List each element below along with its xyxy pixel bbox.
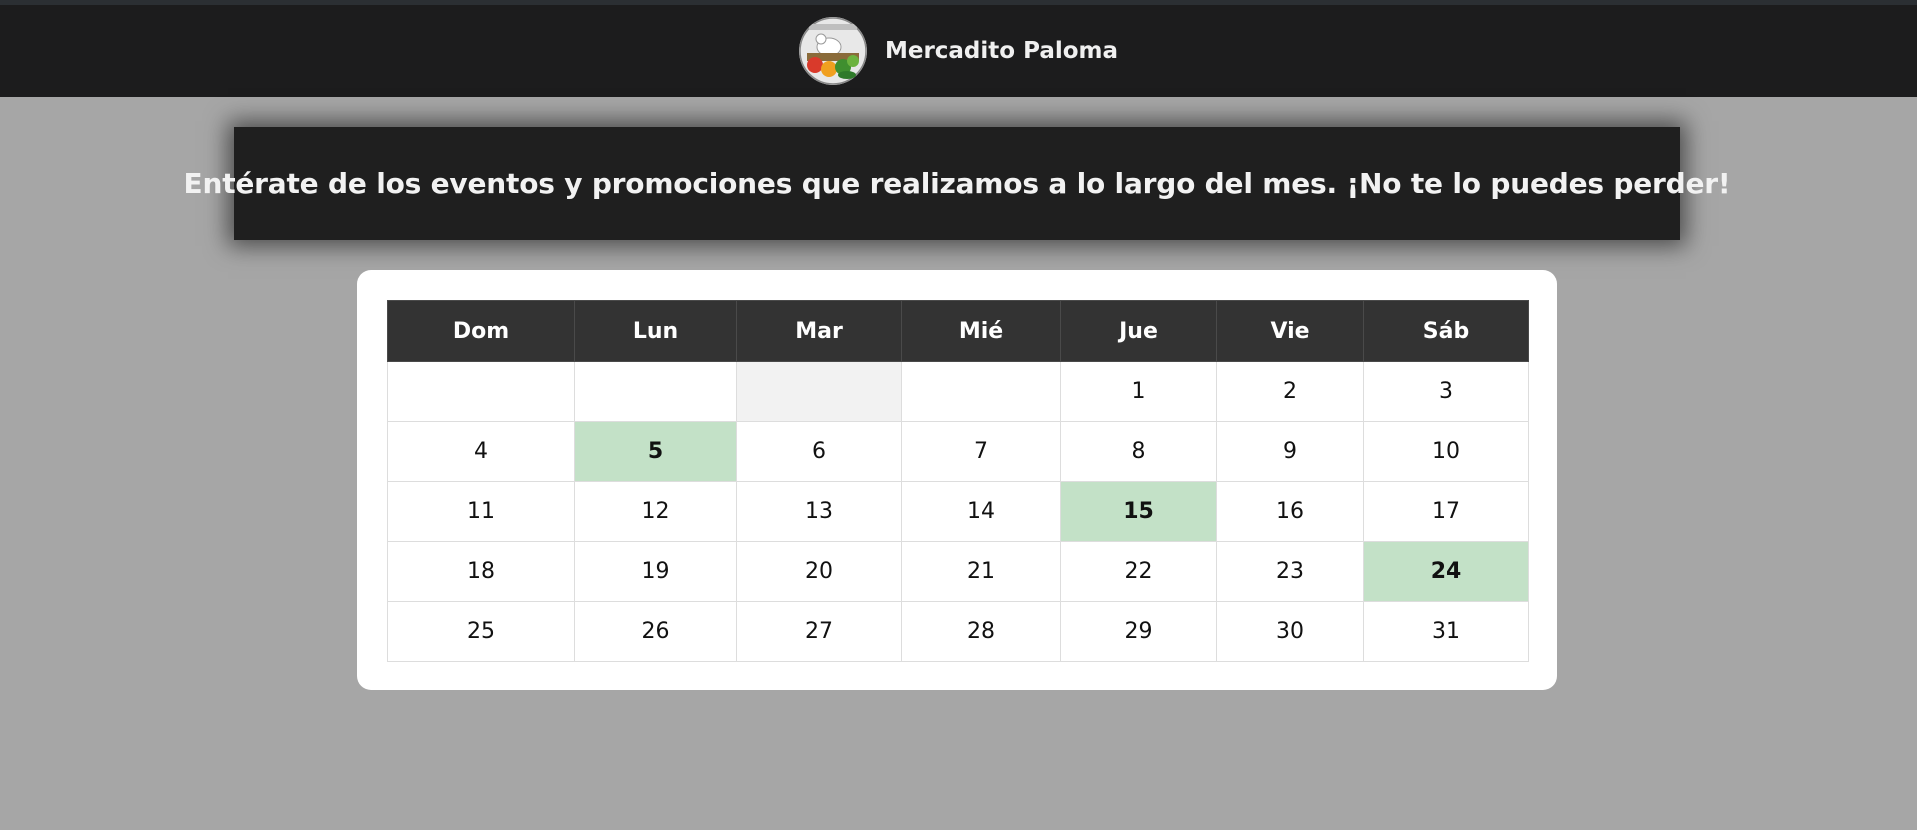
calendar-week-row: 11 12 13 14 15 16 17 <box>387 481 1529 542</box>
calendar-day-cell: 30 <box>1216 601 1364 662</box>
weekday-header: Dom <box>387 300 575 362</box>
calendar-day-cell: 9 <box>1216 421 1364 482</box>
brand-name: Mercadito Paloma <box>884 38 1119 64</box>
calendar-day-cell: 19 <box>574 541 737 602</box>
calendar-day-cell: 26 <box>574 601 737 662</box>
banner-text: Entérate de los eventos y promociones qu… <box>183 167 1731 200</box>
calendar-week-row: 4 5 6 7 8 9 10 <box>387 421 1529 482</box>
weekday-header: Jue <box>1060 300 1217 362</box>
navbar: Mercadito Paloma <box>0 5 1917 97</box>
calendar-day-cell: 21 <box>901 541 1061 602</box>
market-dove-logo-icon <box>798 17 867 85</box>
calendar-day-cell-empty <box>574 361 737 422</box>
calendar-day-cell: 25 <box>387 601 575 662</box>
calendar-day-cell: 14 <box>901 481 1061 542</box>
calendar-card: Dom Lun Mar Mié Jue Vie Sáb 1 2 3 4 5 6 … <box>357 270 1557 690</box>
calendar-day-cell: 31 <box>1363 601 1529 662</box>
calendar-day-cell: 23 <box>1216 541 1364 602</box>
calendar-day-cell: 27 <box>736 601 902 662</box>
calendar-day-cell: 2 <box>1216 361 1364 422</box>
calendar-day-cell: 12 <box>574 481 737 542</box>
calendar-day-cell: 1 <box>1060 361 1217 422</box>
calendar-week-row: 18 19 20 21 22 23 24 <box>387 541 1529 602</box>
calendar-day-cell: 28 <box>901 601 1061 662</box>
calendar-day-cell: 17 <box>1363 481 1529 542</box>
calendar-event-day-cell[interactable]: 5 <box>574 421 737 482</box>
weekday-header-row: Dom Lun Mar Mié Jue Vie Sáb <box>387 300 1529 362</box>
weekday-header: Sáb <box>1363 300 1529 362</box>
calendar-day-cell: 13 <box>736 481 902 542</box>
calendar-day-cell: 7 <box>901 421 1061 482</box>
calendar-day-cell: 16 <box>1216 481 1364 542</box>
calendar-day-cell-empty <box>901 361 1061 422</box>
weekday-header: Lun <box>574 300 737 362</box>
calendar-day-cell: 22 <box>1060 541 1217 602</box>
calendar-day-cell: 29 <box>1060 601 1217 662</box>
calendar-event-day-cell[interactable]: 15 <box>1060 481 1217 542</box>
weekday-header: Mié <box>901 300 1061 362</box>
calendar-day-cell: 3 <box>1363 361 1529 422</box>
brand-link[interactable]: Mercadito Paloma <box>798 17 1119 85</box>
calendar-day-cell: 18 <box>387 541 575 602</box>
calendar-day-cell: 4 <box>387 421 575 482</box>
promo-banner: Entérate de los eventos y promociones qu… <box>184 127 1731 240</box>
weekday-header: Mar <box>736 300 902 362</box>
calendar-day-cell: 8 <box>1060 421 1217 482</box>
calendar-event-day-cell[interactable]: 24 <box>1363 541 1529 602</box>
calendar-day-cell: 10 <box>1363 421 1529 482</box>
calendar-day-cell: 20 <box>736 541 902 602</box>
calendar-day-cell-empty <box>387 361 575 422</box>
calendar-day-cell-empty <box>736 361 902 422</box>
calendar-day-cell: 11 <box>387 481 575 542</box>
calendar-week-row: 25 26 27 28 29 30 31 <box>387 601 1529 662</box>
calendar-day-cell: 6 <box>736 421 902 482</box>
weekday-header: Vie <box>1216 300 1364 362</box>
calendar-week-row: 1 2 3 <box>387 361 1529 422</box>
calendar-table: Dom Lun Mar Mié Jue Vie Sáb 1 2 3 4 5 6 … <box>387 300 1529 662</box>
